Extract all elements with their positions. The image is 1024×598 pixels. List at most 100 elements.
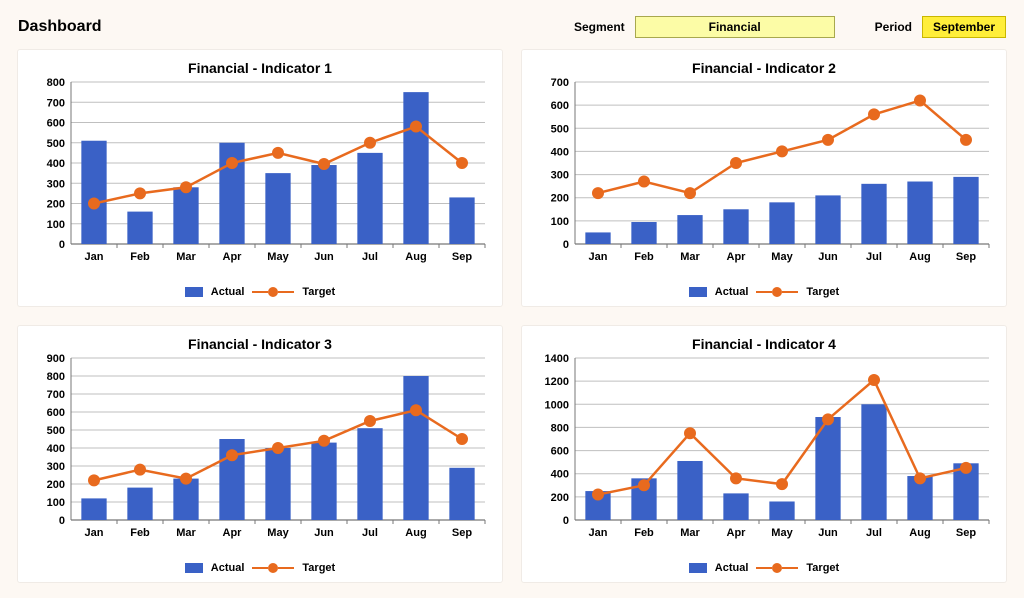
svg-text:Jul: Jul bbox=[866, 527, 882, 539]
svg-text:Mar: Mar bbox=[176, 527, 196, 539]
svg-text:500: 500 bbox=[47, 425, 65, 437]
chart-svg: 0100200300400500600700800900JanFebMarApr… bbox=[25, 352, 495, 550]
chart-svg: 0100200300400500600700800JanFebMarAprMay… bbox=[25, 76, 495, 274]
svg-text:Jul: Jul bbox=[362, 251, 378, 263]
period-label: Period bbox=[875, 20, 912, 34]
chart-title: Financial - Indicator 2 bbox=[522, 50, 1006, 76]
legend-actual: Actual bbox=[211, 286, 245, 298]
legend: Actual Target bbox=[522, 286, 1006, 298]
svg-text:700: 700 bbox=[551, 77, 569, 89]
svg-text:Jan: Jan bbox=[589, 527, 608, 539]
svg-text:200: 200 bbox=[551, 492, 569, 504]
svg-text:Sep: Sep bbox=[452, 251, 472, 263]
svg-text:Aug: Aug bbox=[405, 251, 426, 263]
svg-text:1000: 1000 bbox=[545, 399, 569, 411]
svg-text:Jan: Jan bbox=[85, 251, 104, 263]
svg-text:Feb: Feb bbox=[130, 527, 150, 539]
svg-text:800: 800 bbox=[47, 371, 65, 383]
svg-text:Apr: Apr bbox=[223, 527, 243, 539]
svg-text:Jun: Jun bbox=[818, 527, 838, 539]
chart-grid: Financial - Indicator 1 0 100 200 300 400 500… bbox=[18, 50, 1006, 582]
legend: Actual Target bbox=[18, 286, 502, 298]
chart-title: Financial - Indicator 4 bbox=[522, 326, 1006, 352]
dashboard-page: { "header": { "title": "Dashboard", "seg… bbox=[0, 0, 1024, 598]
svg-text:Mar: Mar bbox=[680, 251, 700, 263]
legend-line-swatch bbox=[252, 287, 294, 297]
svg-text:Jan: Jan bbox=[589, 251, 608, 263]
chart-card-3: Financial - Indicator 3 0 100 200 300 400 500… bbox=[18, 326, 502, 582]
legend-actual: Actual bbox=[715, 286, 749, 298]
svg-text:0: 0 bbox=[59, 239, 65, 251]
svg-text:400: 400 bbox=[551, 469, 569, 481]
legend-line-swatch bbox=[756, 563, 798, 573]
legend: Actual Target bbox=[522, 562, 1006, 574]
svg-text:May: May bbox=[771, 527, 793, 539]
segment-dropdown[interactable]: Financial bbox=[635, 16, 835, 38]
svg-text:300: 300 bbox=[551, 170, 569, 182]
svg-text:100: 100 bbox=[47, 219, 65, 231]
legend-actual: Actual bbox=[211, 562, 245, 574]
period-dropdown[interactable]: September bbox=[922, 16, 1006, 38]
svg-text:300: 300 bbox=[47, 461, 65, 473]
legend-target: Target bbox=[302, 562, 335, 574]
svg-text:Feb: Feb bbox=[634, 251, 654, 263]
svg-text:600: 600 bbox=[47, 118, 65, 130]
chart-title: Financial - Indicator 3 bbox=[18, 326, 502, 352]
svg-text:May: May bbox=[267, 527, 289, 539]
svg-text:Jun: Jun bbox=[314, 527, 334, 539]
topbar: Dashboard Segment Financial Period Septe… bbox=[18, 16, 1006, 38]
svg-text:Aug: Aug bbox=[909, 251, 930, 263]
svg-text:Jan: Jan bbox=[85, 527, 104, 539]
svg-text:Aug: Aug bbox=[405, 527, 426, 539]
legend-bar-swatch bbox=[689, 563, 707, 573]
svg-text:400: 400 bbox=[551, 146, 569, 158]
svg-text:600: 600 bbox=[551, 100, 569, 112]
svg-text:Mar: Mar bbox=[680, 527, 700, 539]
svg-text:Jun: Jun bbox=[818, 251, 838, 263]
legend-bar-swatch bbox=[185, 287, 203, 297]
svg-text:500: 500 bbox=[47, 138, 65, 150]
svg-text:500: 500 bbox=[551, 123, 569, 135]
svg-text:0: 0 bbox=[563, 515, 569, 527]
svg-text:200: 200 bbox=[47, 479, 65, 491]
svg-text:0: 0 bbox=[59, 515, 65, 527]
legend-line-swatch bbox=[252, 563, 294, 573]
svg-text:600: 600 bbox=[551, 446, 569, 458]
chart-card-4: Financial - Indicator 4 0200400600800100… bbox=[522, 326, 1006, 582]
controls: Segment Financial Period September bbox=[574, 16, 1006, 38]
svg-text:1200: 1200 bbox=[545, 376, 569, 388]
chart-card-2: Financial - Indicator 2 0100200300400500… bbox=[522, 50, 1006, 306]
chart-title: Financial - Indicator 1 bbox=[18, 50, 502, 76]
svg-text:Sep: Sep bbox=[956, 527, 976, 539]
svg-text:200: 200 bbox=[551, 193, 569, 205]
legend-target: Target bbox=[806, 286, 839, 298]
svg-text:600: 600 bbox=[47, 407, 65, 419]
segment-label: Segment bbox=[574, 20, 625, 34]
svg-text:900: 900 bbox=[47, 353, 65, 365]
svg-text:100: 100 bbox=[47, 497, 65, 509]
svg-text:Feb: Feb bbox=[634, 527, 654, 539]
svg-text:300: 300 bbox=[47, 178, 65, 190]
legend-line-swatch bbox=[756, 287, 798, 297]
svg-text:Apr: Apr bbox=[223, 251, 243, 263]
svg-text:Sep: Sep bbox=[452, 527, 472, 539]
svg-text:Jun: Jun bbox=[314, 251, 334, 263]
svg-text:400: 400 bbox=[47, 158, 65, 170]
svg-text:Feb: Feb bbox=[130, 251, 150, 263]
legend: Actual Target bbox=[18, 562, 502, 574]
legend-bar-swatch bbox=[689, 287, 707, 297]
chart-svg: 0100200300400500600700JanFebMarAprMayJun… bbox=[529, 76, 999, 274]
chart-card-1: Financial - Indicator 1 0 100 200 300 400 500… bbox=[18, 50, 502, 306]
svg-text:Sep: Sep bbox=[956, 251, 976, 263]
svg-text:700: 700 bbox=[47, 97, 65, 109]
page-title: Dashboard bbox=[18, 18, 102, 36]
svg-text:May: May bbox=[771, 251, 793, 263]
svg-text:100: 100 bbox=[551, 216, 569, 228]
svg-text:Apr: Apr bbox=[727, 527, 747, 539]
legend-actual: Actual bbox=[715, 562, 749, 574]
svg-text:400: 400 bbox=[47, 443, 65, 455]
svg-text:200: 200 bbox=[47, 199, 65, 211]
svg-text:Mar: Mar bbox=[176, 251, 196, 263]
legend-target: Target bbox=[806, 562, 839, 574]
svg-text:1400: 1400 bbox=[545, 353, 569, 365]
